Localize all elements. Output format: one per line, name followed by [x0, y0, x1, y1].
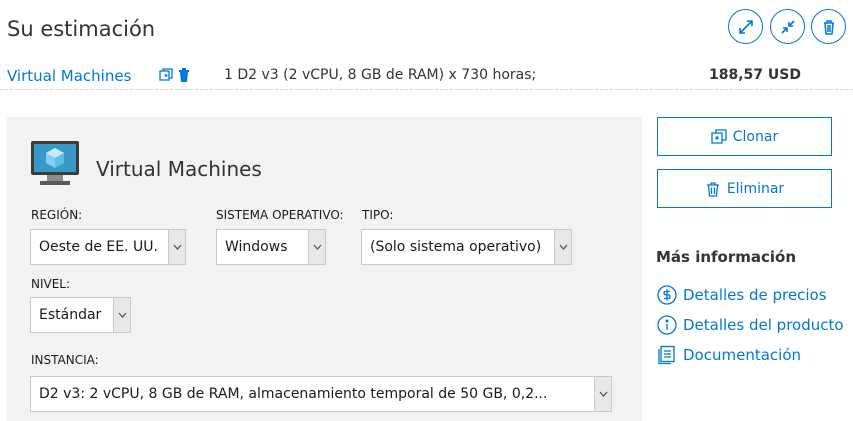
type-select[interactable]: (Solo sistema operativo) [361, 229, 572, 265]
trash-icon[interactable] [177, 68, 191, 82]
clone-icon [711, 128, 727, 144]
region-value: Oeste de EE. UU. [39, 239, 158, 255]
summary-description: 1 D2 v3 (2 vCPU, 8 GB de RAM) x 730 hora… [224, 67, 537, 83]
estimate-summary-row: Virtual Machines 1 D2 v3 (2 vCPU, 8 GB d… [0, 64, 853, 90]
summary-product-link[interactable]: Virtual Machines [7, 67, 131, 85]
chevron-down-icon [113, 298, 130, 332]
collapse-all-button[interactable] [770, 9, 805, 44]
os-value: Windows [225, 239, 288, 255]
chevron-down-icon [554, 230, 571, 264]
clone-label: Clonar [732, 128, 779, 145]
tier-select[interactable]: Estándar [30, 297, 131, 333]
panel-title: Virtual Machines [96, 157, 262, 181]
tier-label: NIVEL: [31, 277, 71, 291]
instance-label: INSTANCIA: [31, 353, 99, 367]
document-icon [658, 345, 675, 365]
chevron-down-icon [594, 377, 611, 411]
info-icon [657, 315, 677, 335]
tier-value: Estándar [39, 307, 102, 323]
region-label: REGIÓN: [31, 208, 83, 222]
documentation-label: Documentación [683, 346, 802, 364]
product-details-link[interactable]: Detalles del producto [657, 315, 844, 335]
region-select[interactable]: Oeste de EE. UU. [30, 229, 186, 265]
product-details-label: Detalles del producto [683, 316, 844, 334]
documentation-link[interactable]: Documentación [657, 345, 801, 365]
pricing-details-label: Detalles de precios [683, 286, 827, 304]
trash-icon [706, 181, 719, 197]
type-value: (Solo sistema operativo) [370, 239, 542, 255]
expand-all-button[interactable] [728, 9, 763, 44]
instance-select[interactable]: D2 v3: 2 vCPU, 8 GB de RAM, almacenamien… [30, 376, 612, 412]
pricing-details-link[interactable]: Detalles de precios [657, 285, 827, 305]
chevron-down-icon [168, 230, 185, 264]
type-label: TIPO: [362, 208, 394, 222]
os-select[interactable]: Windows [216, 229, 326, 265]
clone-button[interactable]: Clonar [657, 117, 832, 156]
instance-value: D2 v3: 2 vCPU, 8 GB de RAM, almacenamien… [39, 386, 548, 402]
expand-icon [738, 19, 753, 34]
chevron-down-icon [308, 230, 325, 264]
dollar-icon [657, 285, 677, 305]
delete-label: Eliminar [726, 180, 785, 197]
virtual-machine-icon [31, 141, 79, 185]
divider [0, 89, 853, 90]
trash-icon [823, 19, 834, 35]
os-label: SISTEMA OPERATIVO: [216, 208, 344, 222]
delete-all-button[interactable] [811, 9, 846, 44]
clone-icon[interactable] [159, 68, 173, 82]
delete-button[interactable]: Eliminar [657, 169, 832, 208]
summary-price: 188,57 USD [709, 67, 801, 83]
collapse-icon [780, 19, 795, 34]
more-info-heading: Más información [656, 248, 797, 266]
vm-config-panel: Virtual Machines REGIÓN: Oeste de EE. UU… [7, 117, 642, 421]
page-title: Su estimación [7, 17, 156, 41]
